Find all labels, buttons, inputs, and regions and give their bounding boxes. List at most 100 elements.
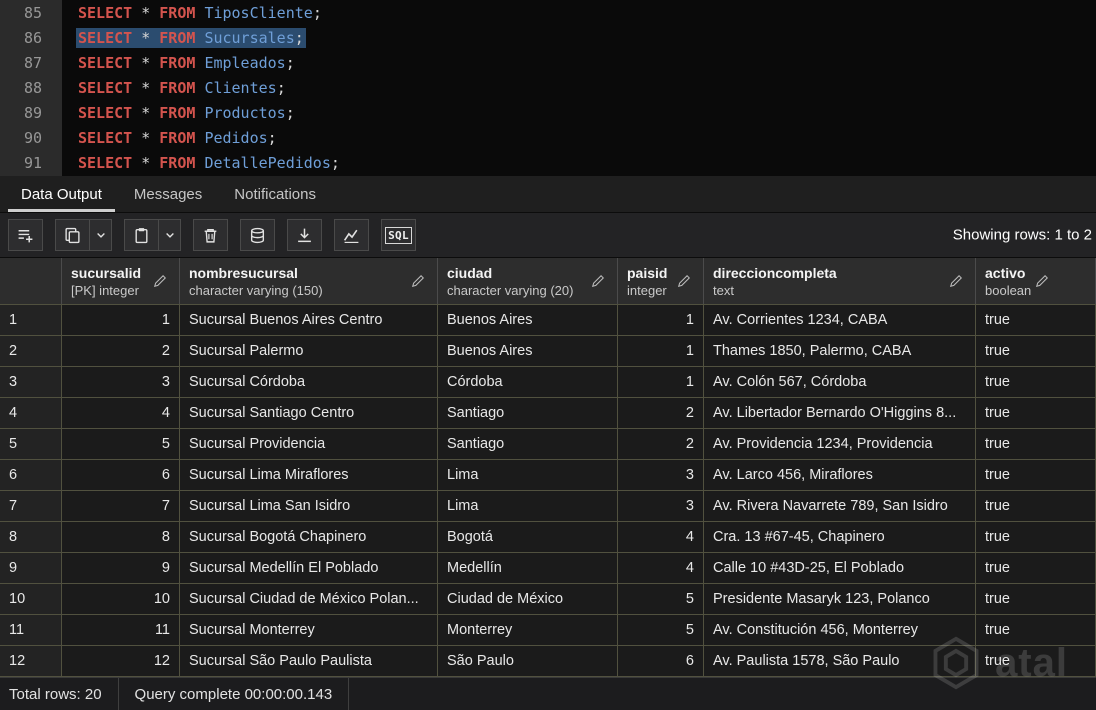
copy-button[interactable] — [55, 219, 90, 251]
cell-paisid[interactable]: 1 — [618, 367, 704, 398]
column-header-ciudad[interactable]: ciudad character varying (20) — [438, 258, 618, 304]
cell-ciudad[interactable]: Lima — [438, 491, 618, 522]
download-results-button[interactable] — [287, 219, 322, 251]
cell-sucursalid[interactable]: 11 — [62, 615, 180, 646]
row-number[interactable]: 1 — [0, 305, 62, 336]
row-number[interactable]: 6 — [0, 460, 62, 491]
tab-messages[interactable]: Messages — [121, 176, 215, 212]
cell-sucursalid[interactable]: 1 — [62, 305, 180, 336]
cell-nombresucursal[interactable]: Sucursal Córdoba — [180, 367, 438, 398]
cell-direccioncompleta[interactable]: Av. Paulista 1578, São Paulo — [704, 646, 976, 677]
row-number[interactable]: 11 — [0, 615, 62, 646]
cell-direccioncompleta[interactable]: Av. Colón 567, Córdoba — [704, 367, 976, 398]
cell-ciudad[interactable]: Lima — [438, 460, 618, 491]
row-number[interactable]: 9 — [0, 553, 62, 584]
cell-ciudad[interactable]: Córdoba — [438, 367, 618, 398]
cell-ciudad[interactable]: Monterrey — [438, 615, 618, 646]
cell-nombresucursal[interactable]: Sucursal Lima Miraflores — [180, 460, 438, 491]
row-number[interactable]: 5 — [0, 429, 62, 460]
cell-direccioncompleta[interactable]: Thames 1850, Palermo, CABA — [704, 336, 976, 367]
cell-ciudad[interactable]: Medellín — [438, 553, 618, 584]
editor-code[interactable]: SELECT * FROM TiposCliente; SELECT * FROM… — [62, 0, 1096, 176]
cell-sucursalid[interactable]: 8 — [62, 522, 180, 553]
cell-direccioncompleta[interactable]: Av. Larco 456, Miraflores — [704, 460, 976, 491]
cell-paisid[interactable]: 2 — [618, 429, 704, 460]
column-header-activo[interactable]: activo boolean — [976, 258, 1096, 304]
column-header-sucursalid[interactable]: sucursalid [PK] integer — [62, 258, 180, 304]
tab-data-output[interactable]: Data Output — [8, 176, 115, 212]
cell-paisid[interactable]: 4 — [618, 522, 704, 553]
cell-nombresucursal[interactable]: Sucursal Palermo — [180, 336, 438, 367]
cell-ciudad[interactable]: Santiago — [438, 429, 618, 460]
row-number[interactable]: 10 — [0, 584, 62, 615]
cell-activo[interactable]: true — [976, 336, 1096, 367]
cell-paisid[interactable]: 5 — [618, 584, 704, 615]
paste-button[interactable] — [124, 219, 159, 251]
cell-nombresucursal[interactable]: Sucursal São Paulo Paulista — [180, 646, 438, 677]
cell-nombresucursal[interactable]: Sucursal Ciudad de México Polan... — [180, 584, 438, 615]
cell-direccioncompleta[interactable]: Av. Corrientes 1234, CABA — [704, 305, 976, 336]
row-number[interactable]: 8 — [0, 522, 62, 553]
cell-paisid[interactable]: 4 — [618, 553, 704, 584]
cell-direccioncompleta[interactable]: Cra. 13 #67-45, Chapinero — [704, 522, 976, 553]
cell-ciudad[interactable]: Ciudad de México — [438, 584, 618, 615]
cell-activo[interactable]: true — [976, 367, 1096, 398]
paste-dropdown-button[interactable] — [158, 219, 181, 251]
row-number[interactable]: 3 — [0, 367, 62, 398]
sql-line[interactable]: SELECT * FROM TiposCliente; — [76, 1, 1096, 26]
cell-sucursalid[interactable]: 5 — [62, 429, 180, 460]
cell-paisid[interactable]: 3 — [618, 491, 704, 522]
cell-paisid[interactable]: 1 — [618, 305, 704, 336]
tab-notifications[interactable]: Notifications — [221, 176, 329, 212]
sql-line[interactable]: SELECT * FROM Empleados; — [76, 51, 1096, 76]
column-header-nombresucursal[interactable]: nombresucursal character varying (150) — [180, 258, 438, 304]
sql-line[interactable]: SELECT * FROM Pedidos; — [76, 126, 1096, 151]
cell-sucursalid[interactable]: 3 — [62, 367, 180, 398]
cell-sucursalid[interactable]: 10 — [62, 584, 180, 615]
cell-sucursalid[interactable]: 12 — [62, 646, 180, 677]
cell-direccioncompleta[interactable]: Presidente Masaryk 123, Polanco — [704, 584, 976, 615]
delete-rows-button[interactable] — [193, 219, 228, 251]
sql-line[interactable]: SELECT * FROM DetallePedidos; — [76, 151, 1096, 176]
cell-sucursalid[interactable]: 2 — [62, 336, 180, 367]
cell-nombresucursal[interactable]: Sucursal Medellín El Poblado — [180, 553, 438, 584]
sql-button[interactable]: SQL — [381, 219, 416, 251]
cell-nombresucursal[interactable]: Sucursal Santiago Centro — [180, 398, 438, 429]
cell-activo[interactable]: true — [976, 553, 1096, 584]
row-number[interactable]: 7 — [0, 491, 62, 522]
cell-sucursalid[interactable]: 7 — [62, 491, 180, 522]
cell-sucursalid[interactable]: 9 — [62, 553, 180, 584]
cell-activo[interactable]: true — [976, 522, 1096, 553]
cell-activo[interactable]: true — [976, 615, 1096, 646]
save-data-button[interactable] — [240, 219, 275, 251]
cell-activo[interactable]: true — [976, 584, 1096, 615]
sql-editor[interactable]: 85 86 87 88 89 90 91 SELECT * FROM TiposClient… — [0, 0, 1096, 176]
column-header-paisid[interactable]: paisid integer — [618, 258, 704, 304]
cell-activo[interactable]: true — [976, 398, 1096, 429]
cell-paisid[interactable]: 5 — [618, 615, 704, 646]
cell-paisid[interactable]: 1 — [618, 336, 704, 367]
cell-direccioncompleta[interactable]: Av. Libertador Bernardo O'Higgins 8... — [704, 398, 976, 429]
cell-ciudad[interactable]: Buenos Aires — [438, 305, 618, 336]
graph-visualiser-button[interactable] — [334, 219, 369, 251]
cell-nombresucursal[interactable]: Sucursal Buenos Aires Centro — [180, 305, 438, 336]
row-number[interactable]: 2 — [0, 336, 62, 367]
column-header-direccioncompleta[interactable]: direccioncompleta text — [704, 258, 976, 304]
cell-direccioncompleta[interactable]: Calle 10 #43D-25, El Poblado — [704, 553, 976, 584]
cell-sucursalid[interactable]: 4 — [62, 398, 180, 429]
copy-dropdown-button[interactable] — [89, 219, 112, 251]
cell-nombresucursal[interactable]: Sucursal Providencia — [180, 429, 438, 460]
cell-paisid[interactable]: 2 — [618, 398, 704, 429]
cell-nombresucursal[interactable]: Sucursal Lima San Isidro — [180, 491, 438, 522]
cell-activo[interactable]: true — [976, 491, 1096, 522]
cell-activo[interactable]: true — [976, 646, 1096, 677]
cell-nombresucursal[interactable]: Sucursal Monterrey — [180, 615, 438, 646]
cell-activo[interactable]: true — [976, 305, 1096, 336]
cell-direccioncompleta[interactable]: Av. Providencia 1234, Providencia — [704, 429, 976, 460]
cell-ciudad[interactable]: Bogotá — [438, 522, 618, 553]
row-number[interactable]: 4 — [0, 398, 62, 429]
cell-paisid[interactable]: 6 — [618, 646, 704, 677]
cell-ciudad[interactable]: São Paulo — [438, 646, 618, 677]
row-number[interactable]: 12 — [0, 646, 62, 677]
cell-direccioncompleta[interactable]: Av. Rivera Navarrete 789, San Isidro — [704, 491, 976, 522]
